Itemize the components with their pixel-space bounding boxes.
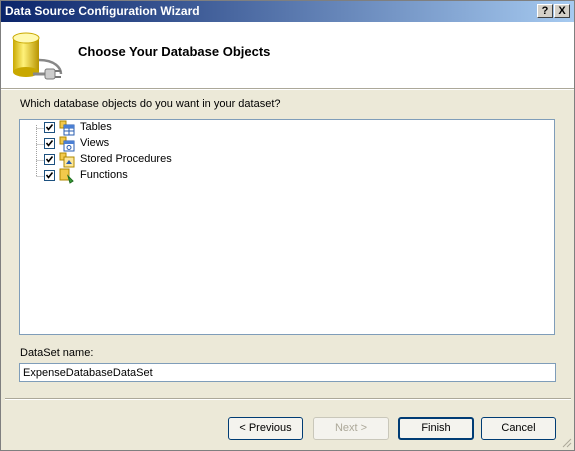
stored-procedures-icon <box>59 152 75 168</box>
wizard-window: Data Source Configuration Wizard ? X Cho… <box>0 0 575 451</box>
dataset-name-label: DataSet name: <box>20 347 94 359</box>
finish-button[interactable]: Finish <box>398 417 474 440</box>
window-title: Data Source Configuration Wizard <box>5 4 200 18</box>
page-title: Choose Your Database Objects <box>78 44 271 59</box>
help-button[interactable]: ? <box>537 4 553 18</box>
previous-button[interactable]: < Previous <box>228 417 303 440</box>
database-plug-icon <box>12 32 63 80</box>
tree-node-label: Functions <box>80 169 128 181</box>
footer-divider-highlight <box>5 399 571 400</box>
dataset-name-input[interactable] <box>19 363 556 382</box>
tree-node-label: Stored Procedures <box>80 153 172 165</box>
resize-grip-icon[interactable] <box>560 436 572 448</box>
views-icon <box>59 136 75 152</box>
cancel-button[interactable]: Cancel <box>481 417 556 440</box>
tables-icon <box>59 120 75 136</box>
next-button[interactable]: Next > <box>313 417 389 440</box>
tree-node-label: Views <box>80 137 110 149</box>
functions-icon <box>59 168 74 184</box>
database-objects-tree[interactable]: Tables Views Stored Procedures Functions <box>19 119 555 335</box>
close-button[interactable]: X <box>554 4 570 18</box>
views-checkbox[interactable] <box>44 138 55 149</box>
title-bar[interactable]: Data Source Configuration Wizard ? X <box>1 1 574 22</box>
functions-checkbox[interactable] <box>44 170 55 181</box>
objects-prompt: Which database objects do you want in yo… <box>20 98 281 110</box>
wizard-header: Choose Your Database Objects <box>1 22 574 89</box>
tables-checkbox[interactable] <box>44 122 55 133</box>
tree-node-label: Tables <box>80 121 112 133</box>
stored-procedures-checkbox[interactable] <box>44 154 55 165</box>
header-divider <box>1 89 574 90</box>
